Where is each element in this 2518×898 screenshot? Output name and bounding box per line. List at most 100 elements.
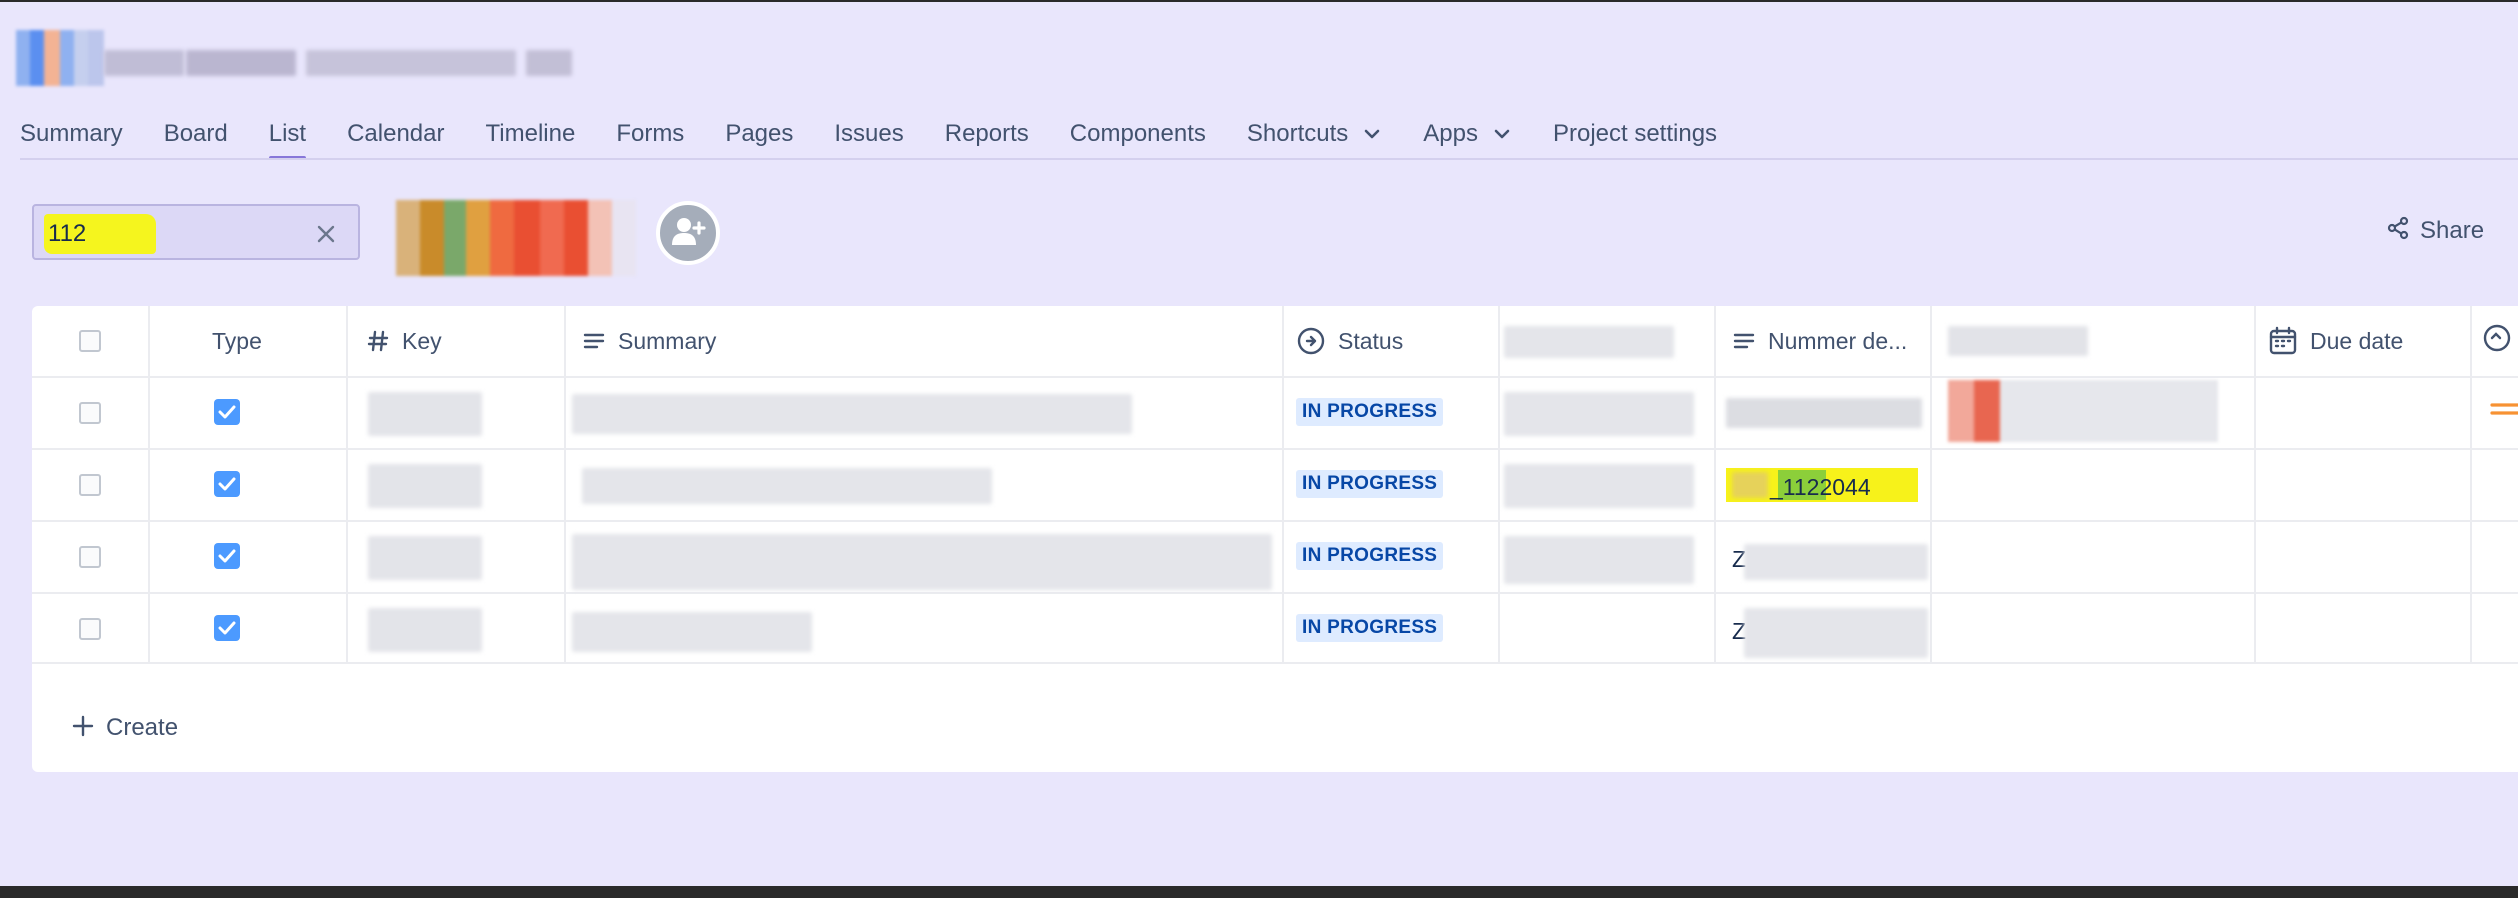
column-divider — [1930, 306, 1932, 662]
redacted-summary[interactable] — [572, 394, 1132, 434]
status-badge[interactable]: IN PROGRESS — [1296, 614, 1444, 642]
share-label: Share — [2420, 216, 2485, 244]
add-people-button[interactable] — [656, 201, 720, 265]
priority-icon — [2488, 398, 2518, 422]
redacted-column-header — [1504, 326, 1674, 358]
check-icon — [214, 471, 240, 497]
redacted-summary[interactable] — [572, 534, 1272, 590]
column-header-status-label: Status — [1338, 327, 1404, 354]
tab-components[interactable]: Components — [1070, 108, 1206, 160]
issue-table: Type Key Summary Status Nummer de... Due… — [32, 306, 2518, 772]
redacted-summary[interactable] — [572, 612, 812, 652]
project-avatar — [16, 30, 104, 86]
tab-pages-label: Pages — [725, 120, 794, 147]
row-checkbox[interactable] — [79, 474, 101, 496]
add-people-icon — [670, 215, 706, 252]
redacted-cell — [1504, 464, 1694, 508]
tab-timeline[interactable]: Timeline — [486, 108, 576, 160]
tab-board-label: Board — [163, 120, 228, 147]
search-value: 112 — [48, 220, 87, 247]
column-divider — [1714, 306, 1716, 662]
row-divider — [32, 448, 2518, 450]
status-badge[interactable]: IN PROGRESS — [1296, 470, 1444, 498]
tab-components-label: Components — [1069, 120, 1206, 147]
check-icon — [214, 399, 240, 425]
status-badge[interactable]: IN PROGRESS — [1296, 542, 1444, 570]
column-header-type[interactable]: Type — [212, 306, 262, 376]
calendar-icon — [2268, 326, 2298, 356]
tab-issues[interactable]: Issues — [834, 108, 903, 160]
column-header-due-date-label: Due date — [2310, 327, 2404, 354]
status-icon — [1296, 326, 1326, 356]
redacted-cell-avatar — [1948, 380, 2218, 442]
row-divider — [32, 662, 2518, 664]
column-divider — [1498, 306, 1500, 662]
column-divider — [2470, 306, 2472, 662]
share-button[interactable]: Share — [2386, 216, 2484, 245]
tab-summary[interactable]: Summary — [20, 108, 123, 160]
tab-shortcuts-label: Shortcuts — [1246, 120, 1349, 147]
column-header-type-label: Type — [212, 327, 262, 354]
column-divider — [2254, 306, 2256, 662]
chevron-down-icon — [1492, 124, 1512, 144]
search-input[interactable]: 112 — [32, 204, 360, 260]
row-divider — [32, 520, 2518, 522]
row-divider — [32, 592, 2518, 594]
redacted-nummer — [1726, 398, 1922, 428]
redacted-key — [368, 608, 482, 652]
share-icon — [2386, 216, 2410, 245]
column-divider — [1282, 306, 1284, 662]
row-checkbox[interactable] — [79, 618, 101, 640]
redacted-column-header — [1948, 326, 2088, 356]
column-divider — [148, 306, 150, 662]
create-button[interactable]: Create — [72, 714, 178, 742]
column-divider — [564, 306, 566, 662]
lines-icon — [1732, 329, 1756, 353]
tab-timeline-label: Timeline — [485, 120, 576, 147]
tab-reports[interactable]: Reports — [945, 108, 1029, 160]
tab-list[interactable]: List — [268, 108, 307, 160]
avatar-group[interactable] — [396, 200, 636, 276]
column-header-status[interactable]: Status — [1296, 306, 1403, 376]
column-header-summary-label: Summary — [618, 327, 717, 354]
tab-apps[interactable]: Apps — [1423, 108, 1512, 160]
tab-board[interactable]: Board — [164, 108, 228, 160]
redacted-key — [368, 536, 482, 580]
status-icon — [2482, 323, 2512, 359]
plus-icon — [72, 715, 94, 742]
row-checkbox[interactable] — [79, 546, 101, 568]
redacted-nummer — [1744, 544, 1928, 580]
select-all-checkbox[interactable] — [79, 330, 101, 352]
tab-forms[interactable]: Forms — [616, 108, 684, 160]
lines-icon — [582, 329, 606, 353]
row-divider — [32, 376, 2518, 378]
tab-pages[interactable]: Pages — [725, 108, 793, 160]
redacted-summary[interactable] — [582, 468, 992, 504]
tab-apps-label: Apps — [1423, 120, 1478, 147]
status-badge[interactable]: IN PROGRESS — [1296, 398, 1444, 426]
column-header-partial[interactable] — [2482, 306, 2512, 376]
tab-forms-label: Forms — [616, 120, 685, 147]
project-nav: Summary Board List Calendar Timeline For… — [20, 108, 1758, 160]
redacted-nummer-prefix — [1732, 472, 1768, 498]
redacted-key — [368, 464, 482, 508]
tab-list-label: List — [268, 120, 307, 147]
column-header-summary[interactable]: Summary — [582, 306, 716, 376]
column-header-nummer[interactable]: Nummer de... — [1732, 306, 1907, 376]
tab-calendar-label: Calendar — [347, 120, 445, 147]
hash-icon — [366, 329, 390, 353]
window-frame-top — [0, 0, 2518, 2]
column-header-key[interactable]: Key — [366, 306, 442, 376]
tab-calendar[interactable]: Calendar — [347, 108, 444, 160]
window-frame-bottom — [0, 886, 2518, 898]
row-checkbox[interactable] — [79, 402, 101, 424]
tab-shortcuts[interactable]: Shortcuts — [1247, 108, 1382, 160]
column-header-key-label: Key — [402, 327, 442, 354]
column-header-due-date[interactable]: Due date — [2268, 306, 2403, 376]
tab-summary-label: Summary — [20, 120, 123, 147]
project-header — [16, 30, 576, 86]
tab-project-settings-label: Project settings — [1552, 120, 1718, 147]
clear-icon[interactable] — [314, 222, 338, 246]
tab-reports-label: Reports — [944, 120, 1029, 147]
tab-project-settings[interactable]: Project settings — [1553, 108, 1717, 160]
